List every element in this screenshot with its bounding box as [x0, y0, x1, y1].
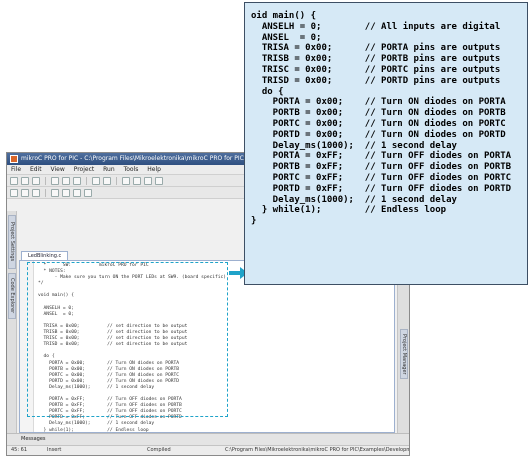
app-icon	[10, 155, 18, 163]
menu-file[interactable]: File	[11, 166, 21, 173]
code-selection-highlight	[27, 262, 228, 417]
zoom-code-line: TRISD = 0x00; // PORTD pins are outputs	[251, 75, 501, 86]
replace-icon[interactable]	[21, 188, 29, 197]
zoom-code-line: }	[251, 216, 257, 227]
comment-icon[interactable]	[73, 188, 81, 197]
zoom-code-line: PORTB = 0x00; // Turn ON diodes on PORTB	[251, 108, 506, 119]
toolbar-separator	[45, 188, 46, 197]
new-file-icon[interactable]	[10, 176, 18, 185]
zoom-code-line: PORTD = 0x00; // Turn ON diodes on PORTD	[251, 129, 506, 140]
zoom-code-line: PORTA = 0x00; // Turn ON diodes on PORTA	[251, 97, 506, 108]
zoom-code-line: ANSEL = 0;	[251, 32, 322, 43]
status-line-col: 45: 61	[11, 447, 27, 453]
toolbar-separator	[116, 176, 117, 185]
toolbar-separator	[86, 176, 87, 185]
debug-icon[interactable]	[144, 176, 152, 185]
zoom-code-line: do {	[251, 86, 284, 97]
zoom-code-line: Delay_ms(1000); // 1 second delay	[251, 194, 457, 205]
open-file-icon[interactable]	[21, 176, 29, 185]
zoomed-code-panel: oid main() { ANSELH = 0; // All inputs a…	[244, 2, 528, 285]
zoom-code-line: Delay_ms(1000); // 1 second delay	[251, 140, 457, 151]
left-panel-strip: Project Settings Code Explorer	[7, 211, 17, 433]
zoom-code-line: } while(1); // Endless loop	[251, 205, 447, 216]
toolbar-separator	[45, 176, 46, 185]
zoom-code-line: PORTB = 0xFF; // Turn OFF diodes on PORT…	[251, 162, 512, 173]
status-mode: Insert	[47, 447, 62, 453]
menu-view[interactable]: View	[51, 166, 65, 173]
zoom-code-line: TRISB = 0x00; // PORTB pins are outputs	[251, 54, 501, 65]
zoom-code-line: ANSELH = 0; // All inputs are digital	[251, 21, 501, 32]
save-icon[interactable]	[32, 176, 40, 185]
tab-code-explorer[interactable]: Code Explorer	[8, 273, 16, 319]
find-icon[interactable]	[10, 188, 18, 197]
menu-run[interactable]: Run	[103, 166, 115, 173]
zoom-code-line: TRISA = 0x00; // PORTA pins are outputs	[251, 43, 501, 54]
program-icon[interactable]	[133, 176, 141, 185]
uncomment-icon[interactable]	[84, 188, 92, 197]
indent-icon[interactable]	[51, 188, 59, 197]
zoom-code-line: PORTA = 0xFF; // Turn OFF diodes on PORT…	[251, 151, 512, 162]
menu-project[interactable]: Project	[74, 166, 95, 173]
status-path: C:\Program Files\Mikroelektronika\mikroC…	[225, 447, 410, 453]
zoom-code-line: PORTC = 0xFF; // Turn OFF diodes on PORT…	[251, 172, 512, 183]
redo-icon[interactable]	[103, 176, 111, 185]
options-icon[interactable]	[155, 176, 163, 185]
menu-tools[interactable]: Tools	[124, 166, 139, 173]
messages-label: Messages	[21, 436, 46, 442]
undo-icon[interactable]	[92, 176, 100, 185]
tab-project-manager[interactable]: Project Manager	[400, 329, 408, 379]
messages-panel[interactable]: Messages	[7, 433, 409, 445]
zoomed-code: oid main() { ANSELH = 0; // All inputs a…	[251, 11, 511, 227]
zoom-code-line: PORTC = 0x00; // Turn ON diodes on PORTC	[251, 118, 506, 129]
status-state: Compiled	[147, 447, 171, 453]
build-icon[interactable]	[122, 176, 130, 185]
zoom-code-line: PORTD = 0xFF; // Turn OFF diodes on PORT…	[251, 183, 512, 194]
cut-icon[interactable]	[51, 176, 59, 185]
zoom-code-line: oid main() {	[251, 11, 317, 21]
editor-tab[interactable]: LedBlinking.c	[21, 251, 69, 260]
menu-edit[interactable]: Edit	[30, 166, 42, 173]
tab-project-settings[interactable]: Project Settings	[8, 215, 16, 269]
copy-icon[interactable]	[62, 176, 70, 185]
paste-icon[interactable]	[73, 176, 81, 185]
bookmark-icon[interactable]	[32, 188, 40, 197]
status-bar: 45: 61 Insert Compiled C:\Program Files\…	[7, 445, 409, 455]
zoom-code-line: TRISC = 0x00; // PORTC pins are outputs	[251, 64, 501, 75]
outdent-icon[interactable]	[62, 188, 70, 197]
menu-help[interactable]: Help	[147, 166, 161, 173]
